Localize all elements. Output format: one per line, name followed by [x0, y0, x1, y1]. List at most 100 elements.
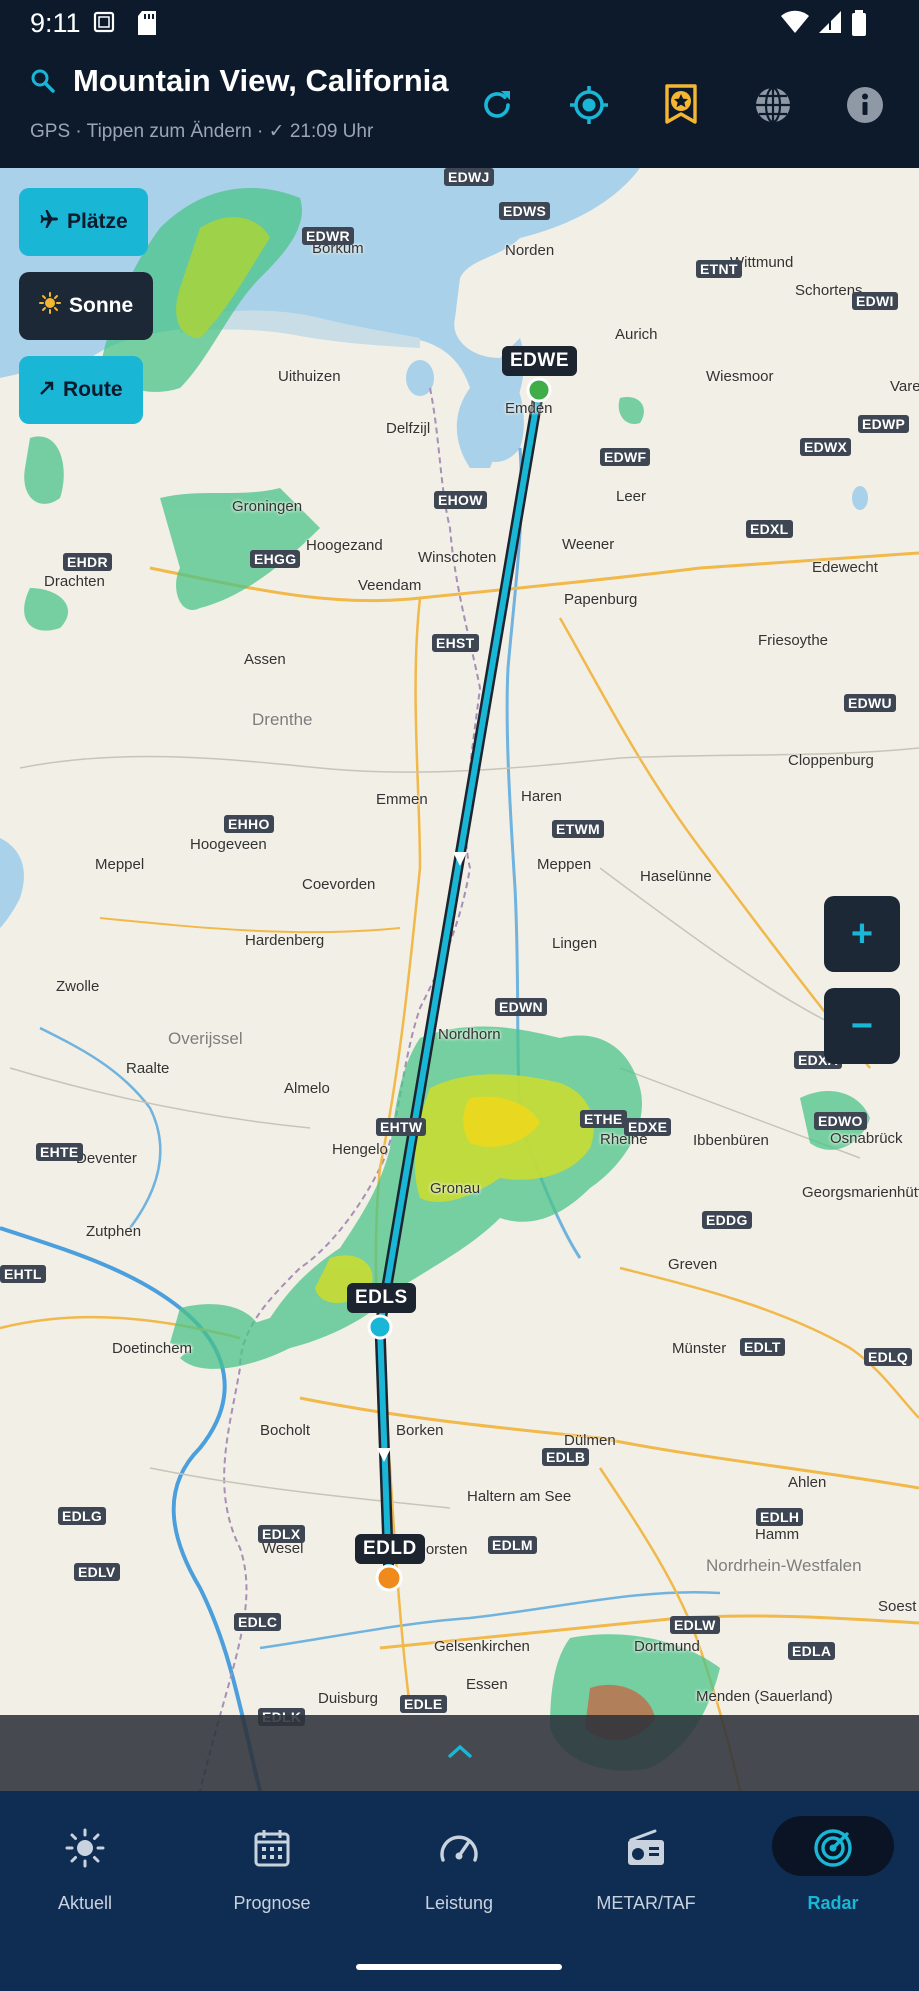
airport-label[interactable]: EDWN — [495, 998, 547, 1016]
airport-label[interactable]: EDDG — [702, 1211, 752, 1229]
location-title[interactable]: Mountain View, California — [73, 63, 448, 99]
place-label: Ibbenbüren — [693, 1132, 769, 1149]
language-button[interactable] — [750, 84, 796, 130]
place-label: Varel — [890, 378, 919, 395]
tab-metar-taf[interactable]: METAR/TAF — [571, 1821, 721, 1914]
airport-label[interactable]: EDWJ — [444, 168, 494, 186]
place-label: Greven — [668, 1256, 718, 1273]
airport-label[interactable]: EDWU — [844, 694, 896, 712]
airport-label[interactable]: EDWP — [858, 415, 910, 433]
region-label: Drenthe — [252, 710, 313, 729]
place-label: Duisburg — [318, 1690, 379, 1707]
radar-map[interactable]: Borkum Norden Wittmund Schortens Aurich … — [0, 168, 919, 1791]
airport-label[interactable]: ETNT — [696, 260, 742, 278]
airport-label[interactable]: EDLA — [788, 1642, 836, 1660]
clock: 9:11 — [30, 8, 81, 38]
airport-label[interactable]: EDWF — [600, 448, 651, 466]
refresh-button[interactable] — [474, 84, 520, 130]
sd-card-icon — [136, 10, 158, 41]
region-label: Nordrhein-Westfalen — [706, 1556, 862, 1575]
place-label: Hamm — [755, 1526, 800, 1543]
airport-label[interactable]: EDWX — [800, 438, 852, 456]
airport-label[interactable]: EDLC — [234, 1613, 282, 1631]
airport-label[interactable]: EHDR — [63, 553, 112, 571]
airport-label[interactable]: EDLH — [756, 1508, 804, 1526]
location-subtitle[interactable]: GPS · Tippen zum Ändern · ✓ 21:09 Uhr — [30, 120, 373, 143]
airport-label[interactable]: EDXL — [746, 520, 793, 538]
refresh-icon — [479, 87, 515, 128]
info-button[interactable] — [842, 84, 888, 130]
waypoint-label-via[interactable]: EDLS — [347, 1283, 416, 1313]
zoom-out-button[interactable]: − — [824, 988, 900, 1064]
place-label: Doetinchem — [112, 1340, 193, 1357]
airport-label[interactable]: EDLW — [670, 1616, 720, 1634]
place-label: Weener — [562, 536, 615, 553]
place-label: Friesoythe — [758, 632, 829, 649]
gps-locate-icon — [568, 84, 610, 131]
airport-label[interactable]: EDWR — [302, 227, 354, 245]
place-label: Gelsenkirchen — [434, 1638, 530, 1655]
sun-layer-button[interactable]: Sonne — [19, 272, 154, 340]
home-indicator[interactable] — [356, 1964, 562, 1970]
airport-label[interactable]: EHHO — [224, 815, 274, 833]
zoom-out-label: − — [850, 1004, 874, 1047]
airport-label[interactable]: ETHE — [580, 1110, 627, 1128]
via-waypoint-marker — [367, 1314, 393, 1340]
wifi-icon — [780, 10, 810, 39]
airport-label[interactable]: EDLB — [542, 1448, 590, 1466]
route-layer-button[interactable]: Route — [19, 356, 143, 424]
place-label: Uithuizen — [278, 368, 341, 385]
airport-label[interactable]: EDWI — [852, 292, 898, 310]
airport-label[interactable]: EHGG — [250, 550, 301, 568]
locate-button[interactable] — [566, 84, 612, 130]
favorites-button[interactable] — [658, 83, 704, 130]
place-label: Groningen — [232, 498, 303, 515]
airport-label[interactable]: EHTE — [36, 1143, 83, 1161]
place-label: Menden (Sauerland) — [696, 1688, 833, 1705]
place-label: Haren — [521, 788, 562, 805]
place-label: Cloppenburg — [788, 752, 874, 769]
place-label: Münster — [672, 1340, 727, 1357]
place-label: Norden — [505, 242, 555, 259]
airport-label[interactable]: EHST — [432, 634, 479, 652]
airport-label[interactable]: EDLX — [258, 1525, 305, 1543]
airport-label[interactable]: ETWM — [552, 820, 604, 838]
tab-leistung[interactable]: Leistung — [384, 1821, 534, 1914]
tab-radar[interactable]: Radar — [758, 1821, 908, 1914]
airport-label[interactable]: EHOW — [434, 491, 487, 509]
places-layer-button[interactable]: Plätze — [19, 188, 148, 256]
bottom-sheet-handle[interactable] — [0, 1715, 919, 1791]
airport-label[interactable]: EDLG — [58, 1507, 107, 1525]
airport-label[interactable]: EDLQ — [864, 1348, 913, 1366]
airport-label[interactable]: EDWS — [499, 202, 551, 220]
tab-label: Prognose — [233, 1893, 311, 1913]
tab-label: Leistung — [424, 1893, 494, 1913]
tab-aktuell[interactable]: Aktuell — [10, 1821, 160, 1914]
place-label: Nordhorn — [438, 1026, 501, 1043]
place-label: Almelo — [284, 1080, 330, 1097]
route-arrow-icon — [39, 378, 55, 402]
places-layer-label: Plätze — [67, 210, 128, 233]
waypoint-label-start[interactable]: EDWE — [502, 346, 577, 376]
end-waypoint-marker — [375, 1564, 403, 1592]
place-label: Soest — [878, 1598, 917, 1615]
search-icon[interactable] — [30, 68, 56, 99]
airport-label[interactable]: EDLV — [74, 1563, 120, 1581]
place-label: Lingen — [552, 935, 598, 952]
place-label: Leer — [616, 488, 647, 505]
airport-label[interactable]: EDLM — [488, 1536, 537, 1554]
zoom-in-button[interactable]: + — [824, 896, 900, 972]
airport-label[interactable]: EDWO — [814, 1112, 867, 1130]
place-label: Edewecht — [812, 559, 878, 576]
place-label: Wiesmoor — [706, 368, 774, 385]
globe-icon — [753, 85, 793, 130]
tab-prognose[interactable]: Prognose — [197, 1821, 347, 1914]
airport-label[interactable]: EHTW — [376, 1118, 427, 1136]
place-label: Drachten — [44, 573, 105, 590]
airport-label[interactable]: EDLE — [400, 1695, 447, 1713]
waypoint-label-end[interactable]: EDLD — [355, 1534, 425, 1564]
airport-label[interactable]: EHTL — [0, 1265, 46, 1283]
airport-label[interactable]: EDLT — [740, 1338, 785, 1356]
gauge-icon — [437, 1828, 481, 1873]
airport-label[interactable]: EDXE — [624, 1118, 672, 1136]
